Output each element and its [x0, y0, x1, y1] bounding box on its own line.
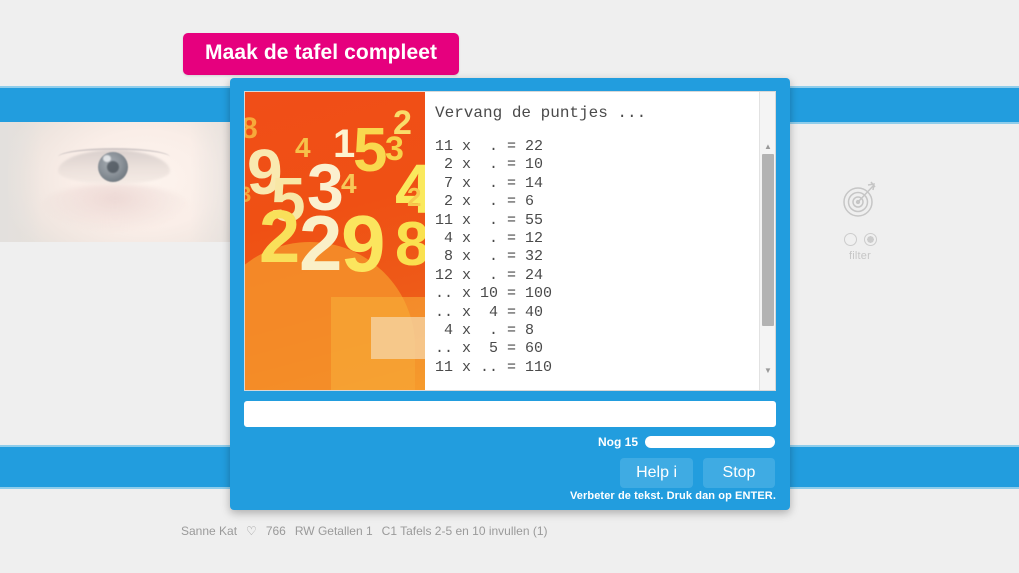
- sum-line: 4 x . = 12: [435, 230, 544, 248]
- stop-button[interactable]: Stop: [703, 458, 775, 488]
- sum-line: 11 x . = 55: [435, 211, 544, 229]
- progress-row: Nog 15: [244, 435, 776, 449]
- progress-label: Nog 15: [597, 435, 638, 449]
- sum-line: 2 x . = 6: [435, 193, 535, 211]
- footer-user: Sanne Kat: [181, 524, 238, 538]
- question-pane: Vervang de puntjes ... 11 x . = 22 2 x .…: [425, 92, 775, 390]
- artwork-number: 4: [341, 168, 357, 199]
- footer-meta: Sanne Kat ♡ 766 RW Getallen 1 C1 Tafels 2-5 …: [181, 524, 557, 538]
- scrollbar-thumb[interactable]: [762, 154, 774, 326]
- question-title: Vervang de puntjes ...: [435, 104, 647, 122]
- decorative-numbers-image: 82153493544322982: [245, 92, 425, 390]
- sum-line: .. x 4 = 40: [435, 303, 544, 321]
- dialog-content-area: 82153493544322982 Vervang de puntjes ...…: [244, 91, 776, 391]
- sum-line: 4 x . = 8: [435, 322, 535, 340]
- sum-list: 11 x . = 22 2 x . = 10 7 x . = 14 2 x . …: [435, 138, 775, 377]
- artwork-number: 2: [299, 199, 343, 287]
- scroll-down-icon[interactable]: ▼: [760, 362, 775, 378]
- filter-radio-option-1[interactable]: [843, 233, 857, 246]
- heart-icon: ♡: [246, 524, 257, 538]
- sum-line: .. x 5 = 60: [435, 340, 544, 358]
- page-root: filter Maak de tafel compleet 8215349354…: [0, 0, 1019, 573]
- artwork-number: 3: [245, 182, 252, 207]
- filter-widget[interactable]: filter: [836, 180, 884, 262]
- page-title[interactable]: Maak de tafel compleet: [183, 33, 460, 75]
- footer-course: RW Getallen 1: [294, 524, 373, 538]
- scroll-up-icon[interactable]: ▲: [760, 138, 775, 154]
- sum-line: 11 x .. = 110: [435, 358, 553, 376]
- footer-points: 766: [265, 524, 286, 538]
- answer-input[interactable]: [244, 401, 776, 427]
- dialog-button-row: Help i Stop: [244, 458, 776, 488]
- artwork-number: 9: [341, 199, 386, 288]
- filter-radio-group[interactable]: [836, 233, 884, 246]
- artwork-number: 8: [395, 210, 425, 279]
- background-eye-photo: [0, 122, 232, 242]
- footer-lesson: C1 Tafels 2-5 en 10 invullen (1): [381, 524, 548, 538]
- artwork-number: 2: [259, 195, 301, 278]
- vertical-scrollbar[interactable]: ▲ ▼: [759, 92, 775, 390]
- progress-bar: [645, 436, 775, 448]
- sum-line: 12 x . = 24: [435, 266, 544, 284]
- filter-label: filter: [849, 250, 871, 262]
- target-icon: [843, 181, 876, 217]
- exercise-dialog: 82153493544322982 Vervang de puntjes ...…: [230, 78, 790, 510]
- sum-line: 2 x . = 10: [435, 156, 544, 174]
- sum-line: 7 x . = 14: [435, 174, 544, 192]
- help-button[interactable]: Help i: [620, 458, 693, 488]
- sum-line: .. x 10 = 100: [435, 285, 553, 303]
- dialog-hint-text: Verbeter de tekst. Druk dan op ENTER.: [569, 490, 776, 502]
- sum-line: 8 x . = 32: [435, 248, 544, 266]
- progress-bar-fill: [645, 436, 775, 448]
- artwork-number: 2: [407, 182, 422, 212]
- artwork-number: 5: [353, 116, 388, 185]
- filter-radio-option-2[interactable]: [863, 233, 877, 246]
- sum-line: 11 x . = 22: [435, 138, 544, 155]
